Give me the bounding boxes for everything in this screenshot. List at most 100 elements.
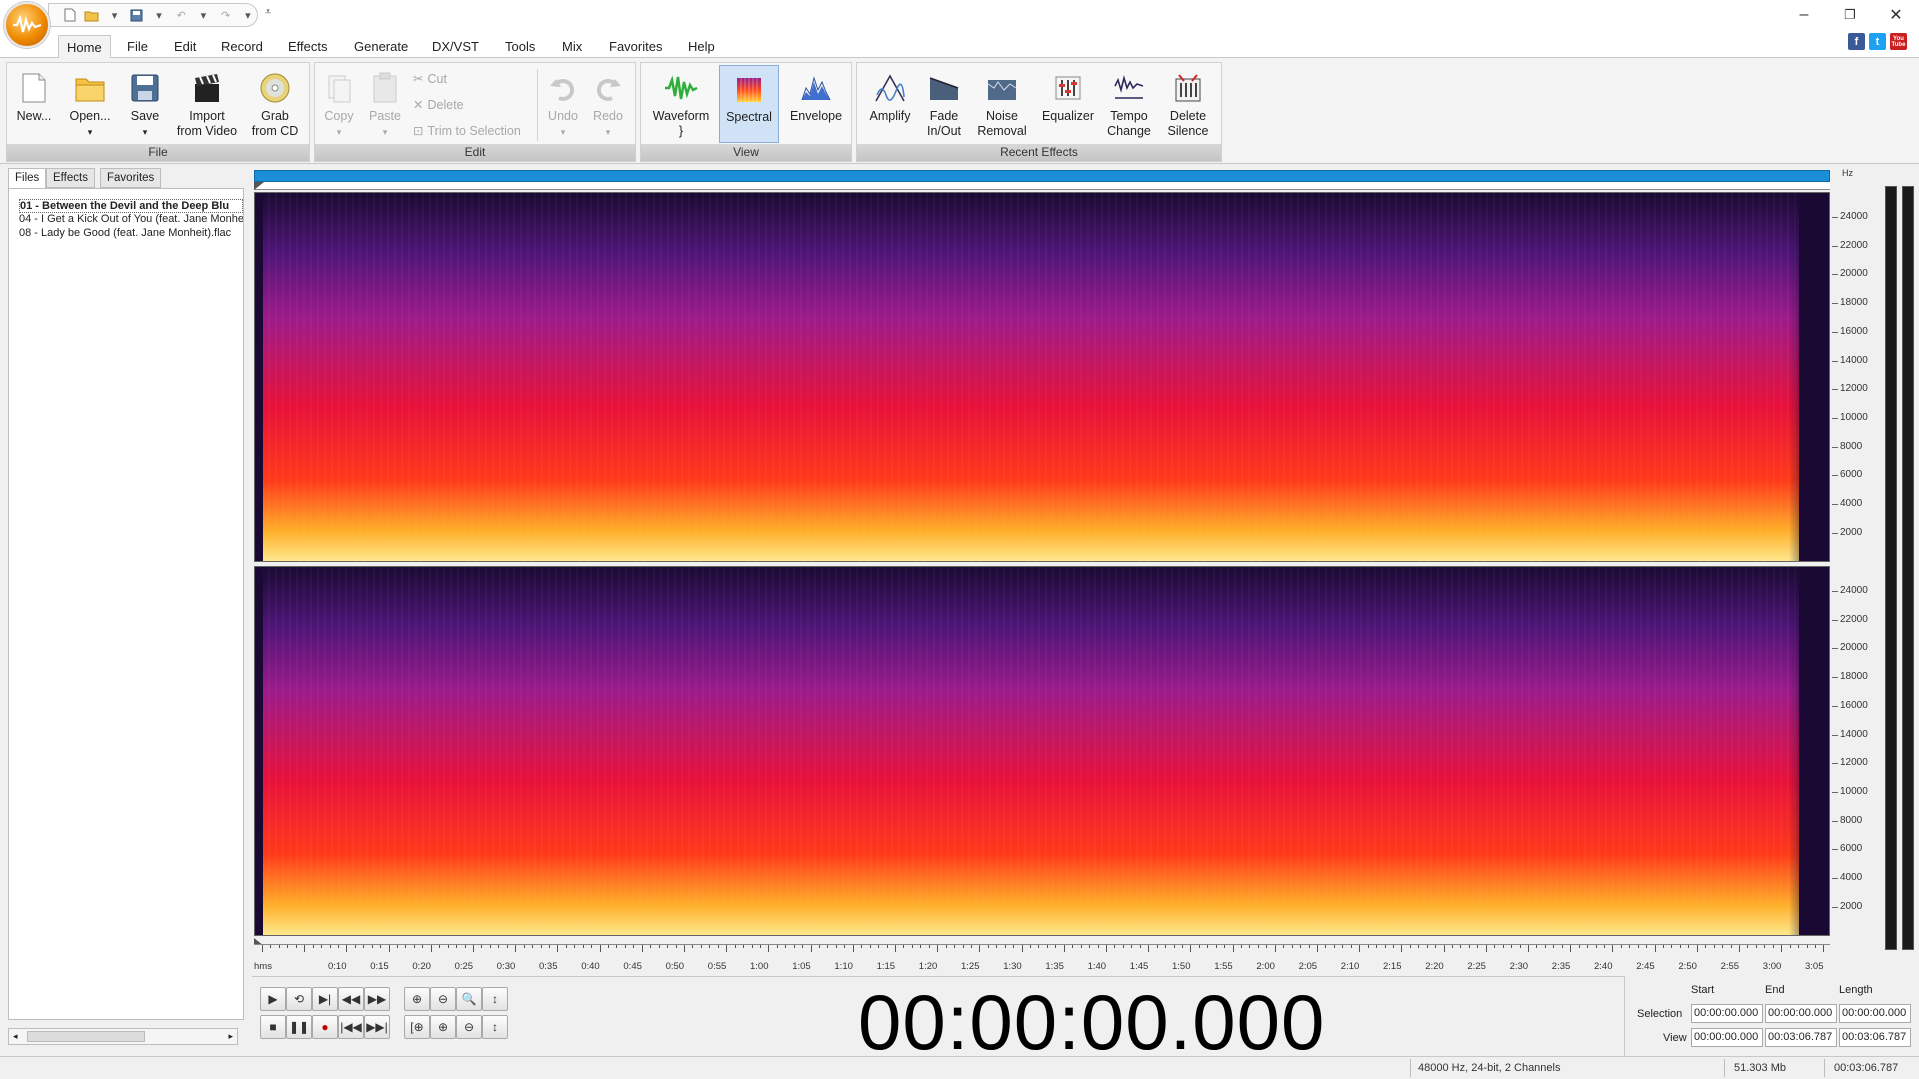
ruler-tick xyxy=(1595,945,1597,948)
selection-marker-strip[interactable] xyxy=(254,182,1830,190)
file-item[interactable]: 01 - Between the Devil and the Deep Blu xyxy=(19,199,243,213)
grab-from-cd-button[interactable]: Grab from CD xyxy=(247,65,303,143)
dropdown-arrow-icon[interactable]: ▾ xyxy=(239,6,257,24)
waveform-view-button[interactable]: Waveform } xyxy=(649,65,713,143)
zoom-100-button[interactable]: 🔍 xyxy=(456,987,482,1011)
rewind-button[interactable]: ◀◀ xyxy=(338,987,364,1011)
envelope-view-button[interactable]: Envelope xyxy=(785,65,847,143)
go-to-end-button[interactable]: ▶▶| xyxy=(364,1015,390,1039)
new-file-icon[interactable] xyxy=(61,6,79,24)
ruler-tick xyxy=(1789,945,1791,948)
tab-home[interactable]: Home xyxy=(58,35,111,58)
tab-favorites[interactable]: Favorites xyxy=(601,35,670,58)
dropdown-arrow-icon[interactable]: ▾ xyxy=(194,6,212,24)
play-button[interactable]: ▶ xyxy=(260,987,286,1011)
tab-file[interactable]: File xyxy=(119,35,156,58)
scroll-right-icon[interactable]: ▸ xyxy=(228,1031,233,1042)
open-folder-icon[interactable] xyxy=(83,6,101,24)
go-to-end-icon: ▶▶| xyxy=(366,1020,388,1034)
app-logo-icon[interactable] xyxy=(4,2,50,48)
playhead-marker-icon[interactable] xyxy=(254,182,266,190)
ruler-tick xyxy=(1696,945,1698,952)
file-item[interactable]: 08 - Lady be Good (feat. Jane Monheit).f… xyxy=(19,227,243,239)
import-from-video-button[interactable]: Import from Video xyxy=(173,65,241,143)
dropdown-arrow-icon[interactable]: ▾ xyxy=(150,6,168,24)
tab-record[interactable]: Record xyxy=(213,35,271,58)
twitter-icon[interactable]: t xyxy=(1869,33,1886,50)
time-ruler[interactable]: hms 0:10 0:15 0:20 0:25 0:30 0:35 0:40 0:45 0:50… xyxy=(254,944,1830,974)
hz-label: 18000 xyxy=(1840,297,1868,309)
close-button[interactable]: ✕ xyxy=(1873,0,1919,30)
file-list-scrollbar[interactable]: ◂ ▸ xyxy=(8,1028,238,1045)
hz-tick xyxy=(1832,734,1838,736)
selection-end-field[interactable]: 00:00:00.000 xyxy=(1765,1004,1837,1023)
ruler-tick xyxy=(1342,945,1344,948)
go-to-start-button[interactable]: |◀◀ xyxy=(338,1015,364,1039)
noise-removal-button[interactable]: Noise Removal xyxy=(973,65,1031,143)
tab-generate[interactable]: Generate xyxy=(346,35,416,58)
spectral-view-button[interactable]: Spectral xyxy=(719,65,779,143)
save-icon[interactable] xyxy=(128,6,146,24)
save-button[interactable]: Save ▾ xyxy=(123,65,167,143)
panel-tab-effects[interactable]: Effects xyxy=(46,168,95,188)
tab-effects[interactable]: Effects xyxy=(280,35,336,58)
selection-length-field[interactable]: 00:00:00.000 xyxy=(1839,1004,1911,1023)
redo-button[interactable]: Redo ▾ xyxy=(587,65,629,143)
view-start-field[interactable]: 00:00:00.000 xyxy=(1691,1028,1763,1047)
undo-button[interactable]: Undo ▾ xyxy=(543,65,583,143)
zoom-out-button[interactable]: ⊖ xyxy=(430,987,456,1011)
record-button[interactable]: ● xyxy=(312,1015,338,1039)
dropdown-arrow-icon[interactable]: ▾ xyxy=(105,6,123,24)
delete-button[interactable]: ✕ Delete xyxy=(413,97,464,113)
play-to-end-button[interactable]: ▶| xyxy=(312,987,338,1011)
redo-icon[interactable]: ↷ xyxy=(217,6,235,24)
zoom-full-button[interactable]: ↕ xyxy=(482,987,508,1011)
tab-help[interactable]: Help xyxy=(680,35,723,58)
selection-start-field[interactable]: 00:00:00.000 xyxy=(1691,1004,1763,1023)
open-button[interactable]: Open... ▾ xyxy=(63,65,117,143)
minimize-button[interactable]: – xyxy=(1781,0,1827,30)
panel-tab-favorites[interactable]: Favorites xyxy=(100,168,162,188)
ruler-tick xyxy=(1030,945,1032,948)
scroll-left-icon[interactable]: ◂ xyxy=(13,1031,18,1042)
file-item[interactable]: 04 - I Get a Kick Out of You (feat. Jane… xyxy=(19,213,243,225)
new-button[interactable]: New... xyxy=(11,65,57,143)
customize-toolbar-icon[interactable]: ⩡ xyxy=(265,6,271,19)
zoom-fit-vertical-button[interactable]: ↕ xyxy=(482,1015,508,1039)
delete-silence-button[interactable]: Delete Silence xyxy=(1159,65,1217,143)
ruler-tick xyxy=(1367,945,1369,948)
view-end-field[interactable]: 00:03:06.787 xyxy=(1765,1028,1837,1047)
restore-button[interactable]: ❐ xyxy=(1827,0,1873,30)
amplify-button[interactable]: Amplify xyxy=(863,65,917,143)
equalizer-button[interactable]: Equalizer xyxy=(1037,65,1099,143)
tab-tools[interactable]: Tools xyxy=(497,35,543,58)
zoom-in-button[interactable]: ⊕ xyxy=(404,987,430,1011)
tab-mix[interactable]: Mix xyxy=(554,35,590,58)
scroll-thumb[interactable] xyxy=(27,1031,145,1042)
tab-dxvst[interactable]: DX/VST xyxy=(424,35,487,58)
trim-to-selection-button[interactable]: ⊡ Trim to Selection xyxy=(413,123,521,139)
cd-icon xyxy=(258,71,292,105)
overview-bar[interactable] xyxy=(254,170,1830,182)
paste-button[interactable]: Paste ▾ xyxy=(363,65,407,143)
panel-tab-files[interactable]: Files xyxy=(8,168,47,189)
pause-button[interactable]: ❚❚ xyxy=(286,1015,312,1039)
zoom-in-vertical-button[interactable]: ⊕ xyxy=(430,1015,456,1039)
fast-forward-button[interactable]: ▶▶ xyxy=(364,987,390,1011)
loop-play-button[interactable]: ⟲ xyxy=(286,987,312,1011)
view-length-field[interactable]: 00:03:06.787 xyxy=(1839,1028,1911,1047)
undo-icon[interactable]: ↶ xyxy=(172,6,190,24)
cut-button[interactable]: ✂ Cut xyxy=(413,71,447,87)
youtube-icon[interactable]: You Tube xyxy=(1890,33,1907,50)
spectrogram-channel-right[interactable] xyxy=(254,566,1830,936)
fade-in-out-button[interactable]: Fade In/Out xyxy=(919,65,969,143)
facebook-icon[interactable]: f xyxy=(1848,33,1865,50)
stop-button[interactable]: ■ xyxy=(260,1015,286,1039)
zoom-selection-button[interactable]: [⊕ xyxy=(404,1015,430,1039)
tab-edit[interactable]: Edit xyxy=(166,35,204,58)
zoom-out-vertical-button[interactable]: ⊖ xyxy=(456,1015,482,1039)
copy-button[interactable]: Copy ▾ xyxy=(319,65,359,143)
zoom-in-icon: ⊕ xyxy=(411,992,423,1006)
tempo-change-button[interactable]: Tempo Change xyxy=(1101,65,1157,143)
spectrogram-channel-left[interactable] xyxy=(254,192,1830,562)
